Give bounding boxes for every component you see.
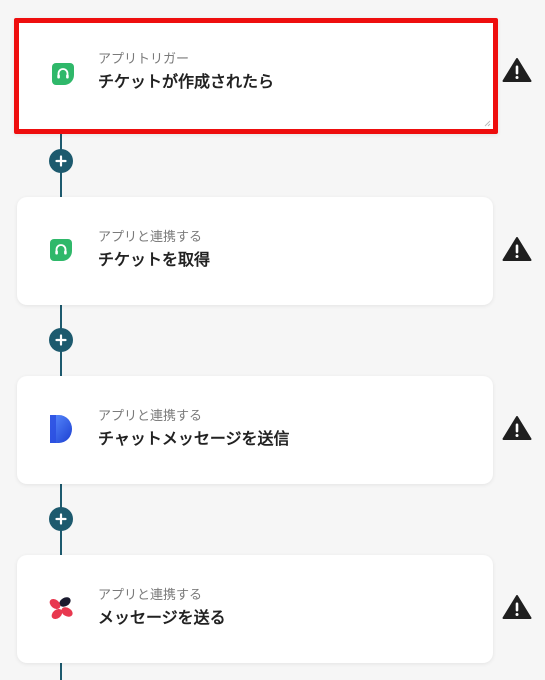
resize-grip-icon: [484, 120, 491, 127]
warning-triangle-icon[interactable]: [502, 57, 532, 83]
plus-icon: [55, 334, 67, 346]
flow-step-1-card[interactable]: アプリトリガー チケットが作成されたら: [14, 18, 498, 134]
add-step-button[interactable]: [49, 507, 73, 531]
step-label: アプリと連携する: [98, 230, 203, 245]
step-label: アプリと連携する: [98, 588, 203, 603]
warning-triangle-icon[interactable]: [502, 594, 532, 620]
warning-triangle-icon[interactable]: [502, 236, 532, 262]
add-step-button[interactable]: [49, 328, 73, 352]
flow-step-4-card[interactable]: アプリと連携する メッセージを送る: [17, 555, 493, 663]
add-step-button[interactable]: [49, 149, 73, 173]
warning-triangle-icon[interactable]: [502, 415, 532, 441]
plus-icon: [55, 155, 67, 167]
step-title: チケットが作成されたら: [98, 72, 275, 91]
step-label: アプリトリガー: [98, 52, 190, 67]
headset-chat-icon: [44, 233, 78, 267]
step-title: チャットメッセージを送信: [98, 429, 290, 448]
pinwheel-logo-icon: [44, 591, 78, 625]
flow-step-2-card[interactable]: アプリと連携する チケットを取得: [17, 197, 493, 305]
letter-d-logo-icon: [44, 412, 78, 446]
flow-step-3-card[interactable]: アプリと連携する チャットメッセージを送信: [17, 376, 493, 484]
headset-chat-icon: [46, 57, 80, 91]
step-label: アプリと連携する: [98, 409, 203, 424]
step-title: メッセージを送る: [98, 608, 226, 627]
step-title: チケットを取得: [98, 250, 211, 269]
plus-icon: [55, 513, 67, 525]
